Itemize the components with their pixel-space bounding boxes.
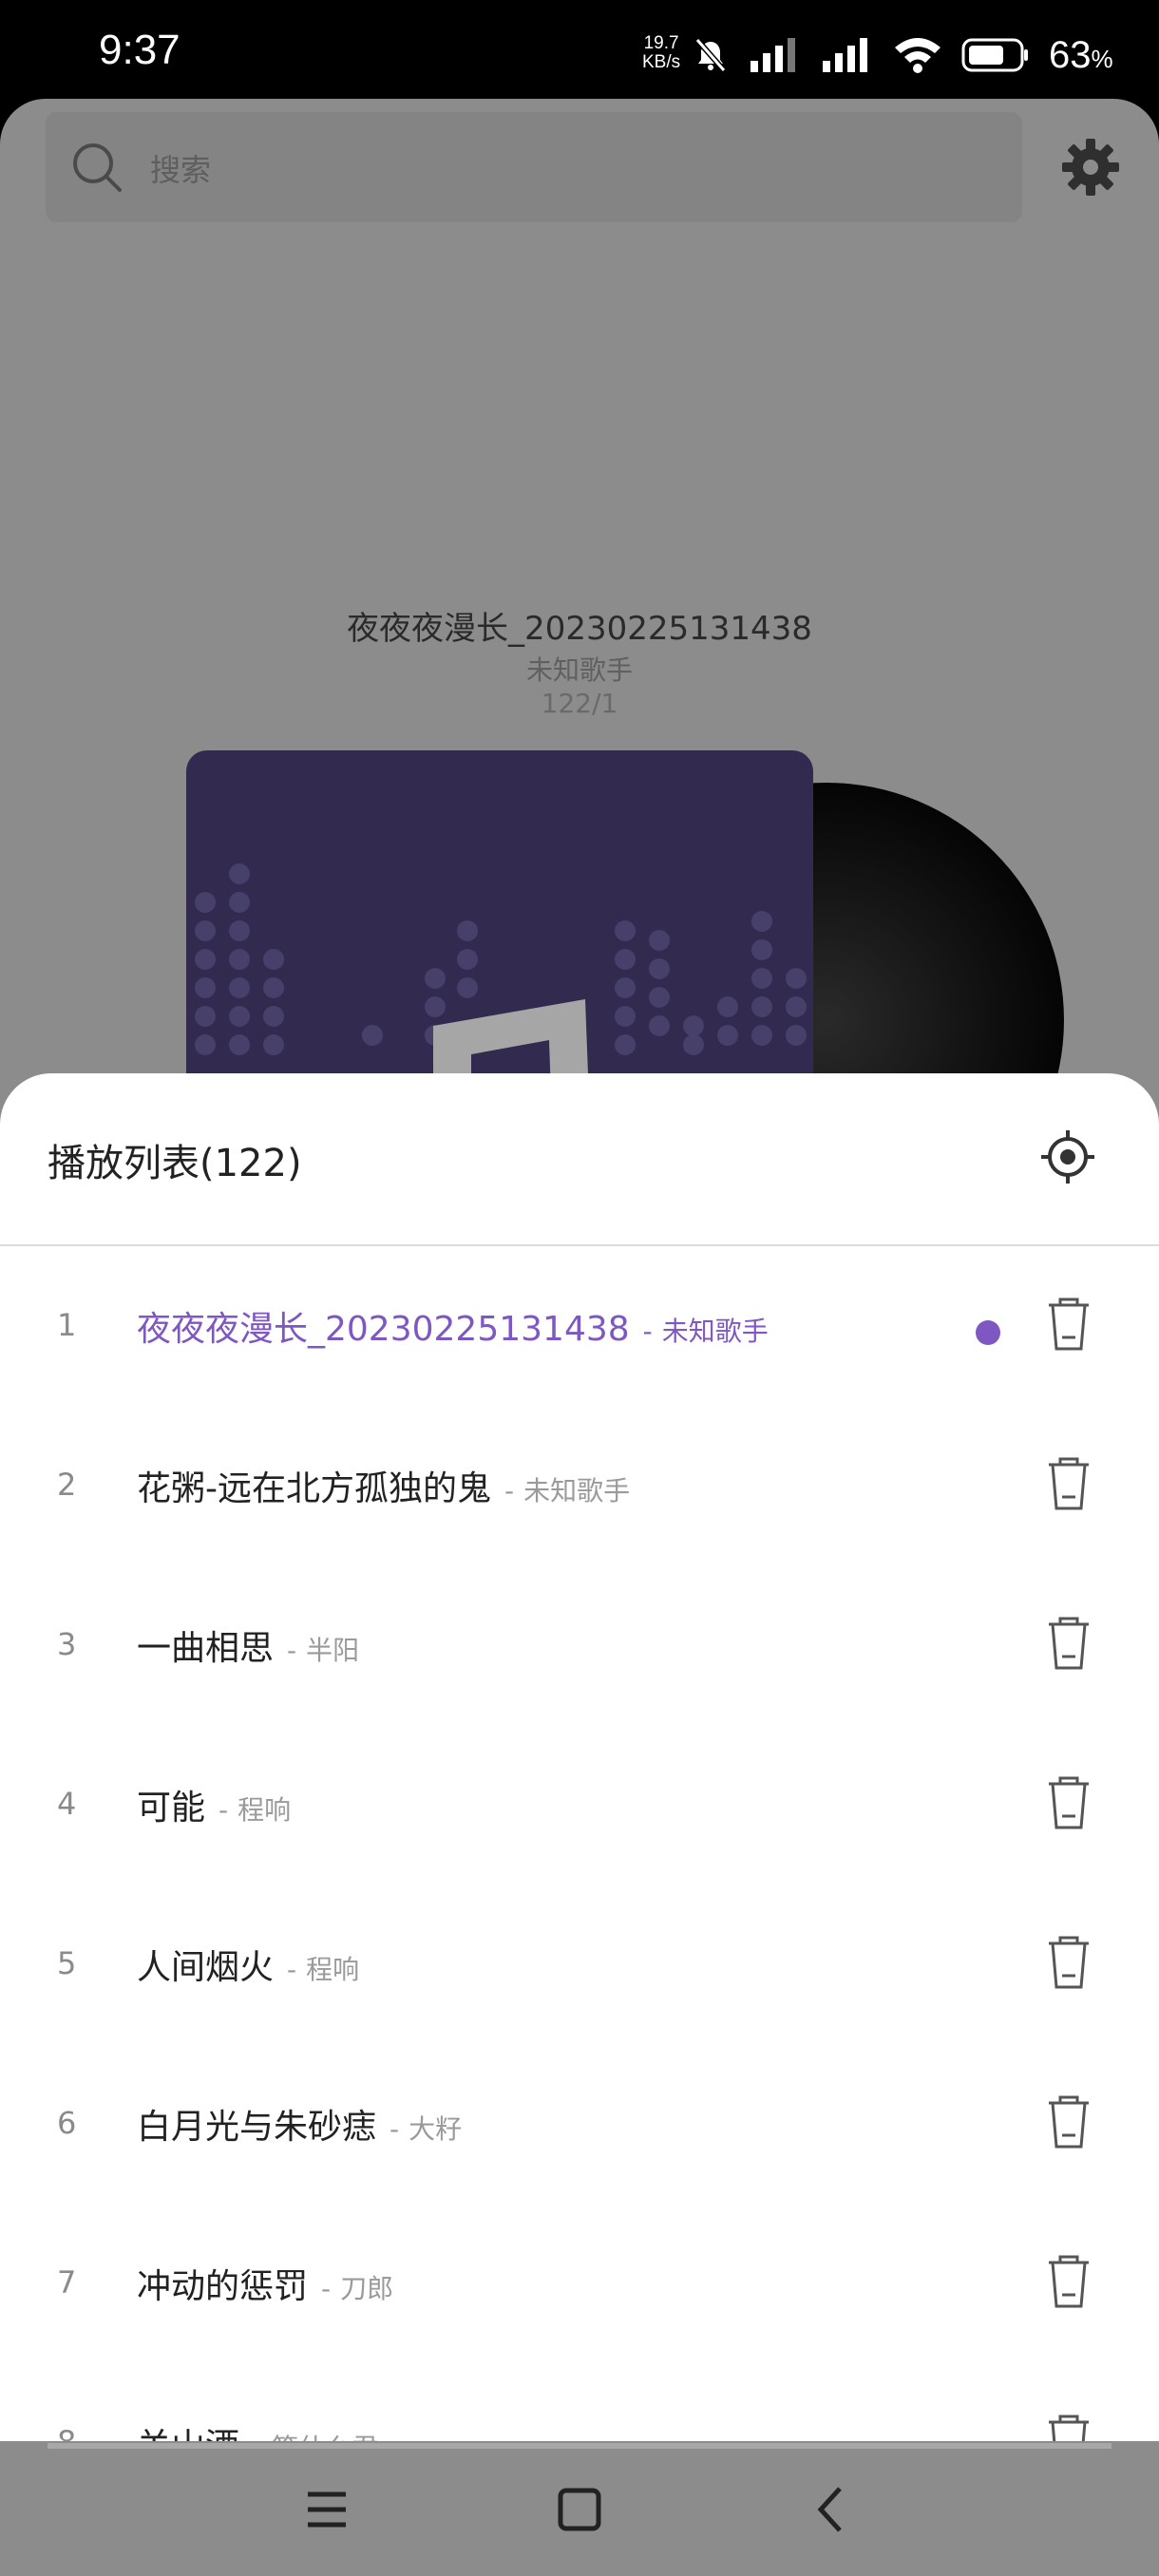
song-label: 花粥-远在北方孤独的鬼 - 未知歌手 (137, 1469, 631, 1508)
song-artist: 未知歌手 (661, 1316, 769, 1347)
item-index: 4 (57, 1786, 77, 1822)
playlist: 1 夜夜夜漫长_20230225131438- 未知歌手 2 花粥-远在北方孤独的… (0, 1246, 1159, 2441)
playlist-item[interactable]: 2 花粥-远在北方孤独的鬼 - 未知歌手 (0, 1406, 1159, 1565)
gear-icon[interactable] (1060, 137, 1121, 198)
now-playing-counter: 122/1 (541, 688, 618, 719)
network-speed: 19.7 KB/s (642, 33, 681, 72)
playing-indicator (976, 1320, 1000, 1345)
song-title: 一曲相思 (137, 1629, 275, 1668)
song-title: 人间烟火 (137, 1948, 275, 1987)
playlist-item[interactable]: 4 可能 - 程响 (0, 1725, 1159, 1885)
song-label: 关山酒-等什么君 (137, 2418, 378, 2441)
item-index: 1 (57, 1307, 77, 1343)
song-title: 花粥-远在北方孤独的鬼 (137, 1469, 491, 1508)
navigation-bar (0, 2443, 1159, 2576)
item-index: 7 (57, 2264, 77, 2301)
item-index: 8 (57, 2424, 95, 2441)
trash-icon[interactable] (1045, 2093, 1092, 2150)
playlist-header: 播放列表(122) (0, 1073, 1159, 1246)
trash-icon[interactable] (1045, 1455, 1092, 1512)
playlist-item[interactable]: 7 冲动的惩罚 - 刀郎 (0, 2204, 1159, 2363)
song-artist: 刀郎 (340, 2273, 394, 2304)
song-artist: 程响 (306, 1954, 360, 1985)
status-icons: 63% (692, 28, 1113, 82)
status-time: 9:37 (99, 27, 180, 73)
now-playing-title: 夜夜夜漫长_20230225131438 (347, 610, 812, 648)
song-title: 夜夜夜漫长_20230225131438 (137, 1310, 630, 1349)
item-index: 3 (57, 1626, 77, 1662)
song-artist: 程响 (238, 1794, 292, 1826)
now-playing-artist: 未知歌手 (525, 654, 633, 686)
search-bar[interactable]: 搜索 (46, 112, 1022, 222)
song-label: 冲动的惩罚 - 刀郎 (137, 2267, 394, 2306)
song-artist: 等什么君 (272, 2433, 378, 2441)
trash-icon[interactable] (1045, 2413, 1092, 2441)
battery-percent: 63% (1049, 33, 1113, 76)
back-icon[interactable] (804, 2481, 861, 2538)
item-index: 6 (57, 2105, 77, 2141)
song-artist: 未知歌手 (523, 1475, 631, 1506)
song-artist: 大籽 (408, 2113, 463, 2145)
home-icon[interactable] (551, 2481, 608, 2538)
song-label: 夜夜夜漫长_20230225131438- 未知歌手 (137, 1310, 769, 1349)
trash-icon[interactable] (1045, 2253, 1092, 2310)
playlist-item[interactable]: 1 夜夜夜漫长_20230225131438- 未知歌手 (0, 1246, 1159, 1406)
locate-icon[interactable] (1039, 1128, 1096, 1185)
nav-divider (48, 2443, 1112, 2449)
song-title: 白月光与朱砂痣 (137, 2108, 377, 2147)
battery-icon (961, 38, 1028, 72)
playlist-item[interactable]: 5 人间烟火 - 程响 (0, 1885, 1159, 2044)
wifi-icon (895, 38, 940, 73)
song-label: 人间烟火 - 程响 (137, 1948, 360, 1987)
mute-bell-icon (694, 38, 727, 72)
song-title: 关山酒 (137, 2427, 239, 2441)
trash-icon[interactable] (1045, 1934, 1092, 1991)
status-bar: 9:37 19.7 KB/s 63% (0, 0, 1159, 104)
signal-icon-2 (823, 38, 867, 72)
playlist-item[interactable]: 3 一曲相思 - 半阳 (0, 1565, 1159, 1725)
playlist-item[interactable]: 8 关山酒-等什么君 (0, 2363, 1159, 2441)
song-title: 可能 (137, 1789, 206, 1828)
item-index: 2 (57, 1467, 77, 1503)
playlist-item[interactable]: 6 白月光与朱砂痣 - 大籽 (0, 2044, 1159, 2204)
search-icon (73, 143, 122, 192)
song-title: 冲动的惩罚 (137, 2267, 309, 2306)
song-artist: 半阳 (306, 1635, 360, 1666)
song-label: 一曲相思 - 半阳 (137, 1629, 360, 1668)
playlist-sheet: 播放列表(122) 1 夜夜夜漫长_20230225131438- 未知歌手 2 … (0, 1073, 1159, 2441)
song-label: 可能 - 程响 (137, 1789, 292, 1828)
trash-icon[interactable] (1045, 1296, 1092, 1353)
playlist-title: 播放列表(122) (48, 1142, 302, 1185)
trash-icon[interactable] (1045, 1774, 1092, 1831)
trash-icon[interactable] (1045, 1615, 1092, 1672)
signal-icon-1 (750, 38, 795, 72)
item-index: 5 (57, 1945, 77, 1981)
menu-icon[interactable] (298, 2481, 355, 2538)
search-input[interactable]: 搜索 (150, 146, 211, 190)
song-label: 白月光与朱砂痣 - 大籽 (137, 2108, 463, 2147)
